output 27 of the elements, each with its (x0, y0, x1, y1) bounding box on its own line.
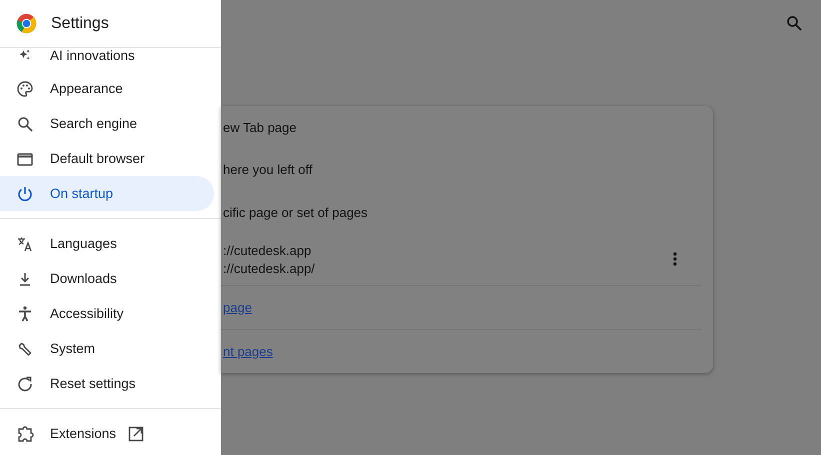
sidebar-item[interactable]: On startup (0, 176, 214, 211)
browser-logo-icon (16, 13, 37, 34)
startup-option-label: cific page or set of pages (223, 204, 368, 220)
sidebar-item[interactable]: Downloads (0, 261, 214, 296)
palette-icon (16, 80, 34, 98)
more-options-icon[interactable] (673, 252, 677, 266)
sidebar-item[interactable]: Accessibility (0, 296, 214, 331)
reset-icon (16, 374, 34, 392)
sidebar-item[interactable]: Search engine (0, 106, 214, 141)
sidebar-item[interactable]: Default browser (0, 141, 214, 176)
sidebar-item[interactable]: System (0, 331, 214, 366)
puzzle-icon (16, 424, 34, 442)
accessibility-icon (16, 304, 34, 322)
sidebar-item[interactable]: Extensions (0, 416, 214, 451)
settings-title: Settings (51, 14, 109, 32)
startup-option-label: here you left off (223, 162, 312, 178)
startup-option-label: ew Tab page (223, 120, 296, 135)
search-icon[interactable] (785, 14, 803, 32)
sidebar-item[interactable]: AI innovations (0, 48, 214, 71)
startup-page-name: ://cutedesk.app (223, 242, 312, 258)
search-icon (16, 114, 34, 132)
power-icon (16, 184, 34, 202)
sidebar-item[interactable]: Reset settings (0, 366, 214, 401)
translate-icon (16, 234, 34, 252)
sidebar-item[interactable]: Appearance (0, 71, 214, 106)
startup-page-url: ://cutedesk.app/ (223, 260, 315, 276)
sidebar-item[interactable]: Languages (0, 226, 214, 261)
